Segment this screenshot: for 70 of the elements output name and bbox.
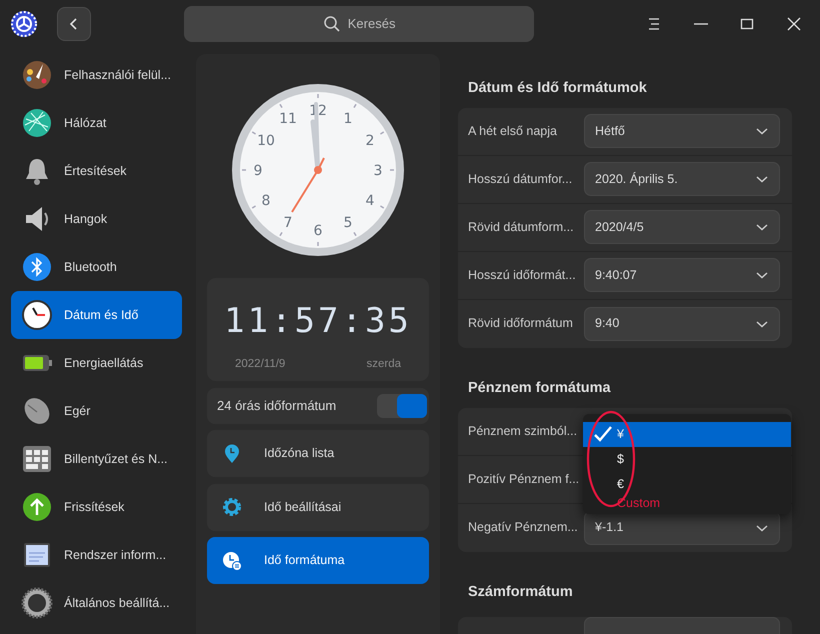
dropdown[interactable]: 2020. Április 5. — [584, 162, 780, 196]
dropdown-option[interactable]: ¥ — [583, 422, 791, 447]
close-icon — [786, 16, 802, 32]
chevron-down-icon — [755, 174, 769, 184]
sidebar-item[interactable]: Egér — [11, 387, 182, 436]
sidebar-item[interactable]: Hangok — [11, 195, 182, 244]
toggle-switch[interactable] — [377, 394, 427, 418]
menu-icon — [646, 16, 662, 32]
gear-icon — [222, 497, 242, 518]
chevron-down-icon — [755, 126, 769, 136]
minimize-icon — [694, 23, 708, 26]
chevron-down-icon — [755, 222, 769, 232]
palette-icon — [21, 59, 53, 92]
dropdown[interactable]: 9:40:07 — [584, 258, 780, 292]
section-title: Pénznem formátuma — [467, 378, 612, 398]
dropdown-value: 2020/4/5 — [595, 218, 644, 236]
sidebar-item[interactable]: Energiaellátás — [11, 339, 182, 388]
dropdown-value: 9:40:07 — [595, 266, 637, 284]
dropdown[interactable]: Hétfő — [584, 114, 780, 148]
menu-item[interactable]: Időzóna lista — [207, 430, 429, 478]
setting-label: Negatív Pénznem... — [468, 519, 579, 536]
sidebar-item[interactable]: Általános beállítá... — [11, 579, 182, 628]
dropdown[interactable]: 9:40 — [584, 306, 780, 341]
dropdown-value: Hétfő — [595, 122, 625, 140]
dropdown-option[interactable]: $ — [583, 446, 791, 472]
digital-time: 11:57:35 — [224, 300, 412, 344]
section-title: Számformátum — [467, 582, 574, 602]
setting-label: A hét első napja — [468, 122, 558, 140]
dropdown-option[interactable]: € — [583, 472, 791, 497]
search-field[interactable]: Keresés — [184, 6, 534, 42]
setting-label: Hosszú időformát... — [468, 266, 577, 284]
annotation-text: Custom — [616, 496, 662, 510]
sidebar-item[interactable]: Dátum és Idő — [11, 291, 182, 340]
section-title: Dátum és Idő formátumok — [467, 79, 648, 98]
sidebar-item[interactable]: Billentyűzet és N... — [11, 435, 182, 484]
sidebar-item[interactable]: Frissítések — [11, 483, 182, 532]
chevron-down-icon — [755, 270, 769, 280]
search-placeholder: Keresés — [348, 15, 396, 34]
menu-item[interactable]: Idő formátuma — [207, 537, 429, 584]
bluetooth-icon — [21, 251, 53, 284]
weekday-text: szerda — [366, 356, 401, 372]
chevron-down-icon — [755, 522, 769, 533]
sidebar-item[interactable]: Hálózat — [11, 99, 182, 148]
setting-label: Pénznem szimból... — [468, 422, 578, 440]
location-pin-icon — [222, 444, 242, 464]
setting-label: Rövid időformátum — [468, 315, 574, 332]
dropdown-value: ¥-1.1 — [595, 519, 624, 536]
sidebar-item[interactable]: Rendszer inform... — [11, 531, 182, 580]
toggle-label: 24 órás időformátum — [217, 396, 336, 415]
setting-label: Rövid dátumform... — [468, 218, 575, 236]
gear-icon — [21, 587, 53, 620]
dropdown-value: 9:40 — [595, 315, 620, 332]
setting-label: Pozitív Pénznem f... — [468, 470, 580, 488]
menu-item[interactable]: Idő beállításai — [207, 484, 429, 531]
setting-label: Hosszú dátumfor... — [468, 170, 574, 188]
dropdown-value: 2020. Április 5. — [595, 170, 678, 188]
chevron-left-icon — [69, 17, 80, 32]
back-button[interactable] — [57, 7, 92, 42]
sidebar-item[interactable]: Értesítések — [11, 147, 182, 196]
check-icon — [593, 425, 613, 444]
sidebar-item[interactable]: Felhasználói felül... — [11, 51, 182, 100]
dropdown[interactable]: 2020/4/5 — [584, 210, 780, 244]
clock-icon — [222, 550, 242, 571]
globe-icon — [21, 107, 53, 140]
search-icon — [323, 15, 342, 34]
clock-icon — [21, 299, 53, 332]
settings-app-icon — [10, 10, 38, 38]
chevron-down-icon — [755, 318, 769, 329]
date-text: 2022/11/9 — [235, 356, 286, 372]
sidebar-item[interactable]: Bluetooth — [11, 243, 182, 292]
